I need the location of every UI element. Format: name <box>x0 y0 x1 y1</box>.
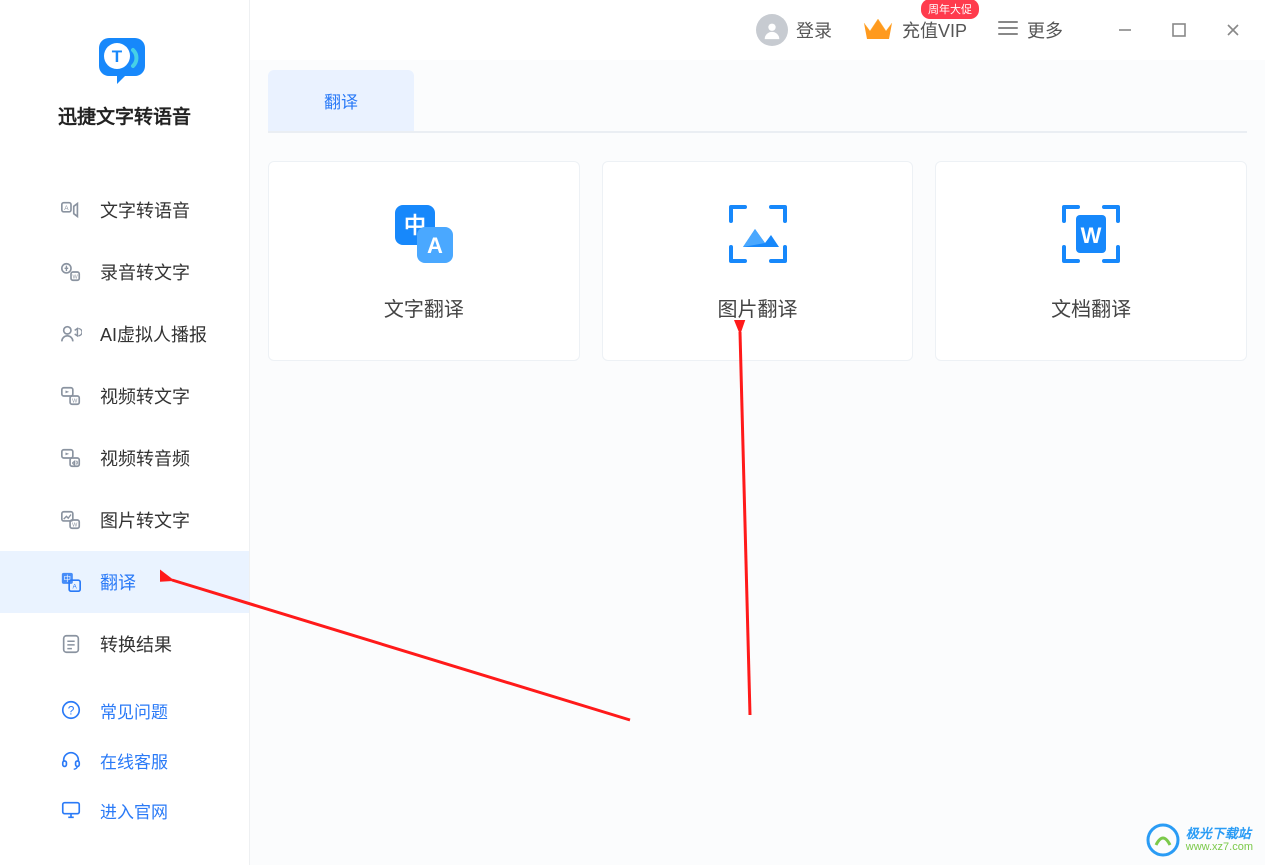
sidebar-item-label: AI虚拟人播报 <box>100 321 207 347</box>
more-label: 更多 <box>1027 17 1063 43</box>
hamburger-icon <box>997 19 1019 42</box>
ai-avatar-icon <box>60 323 82 345</box>
sidebar-item-label: 翻译 <box>100 569 136 595</box>
website-label: 进入官网 <box>100 798 168 823</box>
close-button[interactable] <box>1221 18 1245 42</box>
user-avatar-icon <box>756 14 788 46</box>
svg-text:T: T <box>111 47 122 66</box>
minimize-button[interactable] <box>1113 18 1137 42</box>
results-icon <box>60 633 82 655</box>
text-to-speech-icon: A <box>60 199 82 221</box>
sidebar-item-label: 文字转语音 <box>100 197 190 223</box>
svg-text:W: W <box>1081 223 1102 248</box>
feature-cards: 中A 文字翻译 图片翻译 <box>268 161 1247 361</box>
image-translate-icon <box>725 201 791 267</box>
login-button[interactable]: 登录 <box>756 14 832 46</box>
app-title: 迅捷文字转语音 <box>58 102 191 129</box>
svg-text:W: W <box>72 398 78 404</box>
support-link[interactable]: 在线客服 <box>0 735 249 785</box>
card-label: 文档翻译 <box>1051 293 1131 322</box>
more-button[interactable]: 更多 <box>997 17 1063 43</box>
sidebar-item-text-to-speech[interactable]: A 文字转语音 <box>0 179 249 241</box>
sidebar-item-audio-to-text[interactable]: W 录音转文字 <box>0 241 249 303</box>
website-link[interactable]: 进入官网 <box>0 785 249 835</box>
sidebar-nav: A 文字转语音 W 录音转文字 AI虚拟人播报 W 视频转文字 视 <box>0 179 249 675</box>
login-label: 登录 <box>796 17 832 43</box>
faq-link[interactable]: ? 常见问题 <box>0 685 249 735</box>
monitor-icon <box>60 799 82 821</box>
sidebar-item-label: 图片转文字 <box>100 507 190 533</box>
vip-button[interactable]: 充值VIP 周年大促 <box>862 15 967 46</box>
sidebar: T 迅捷文字转语音 A 文字转语音 W 录音转文字 AI虚拟人播报 <box>0 0 250 865</box>
sidebar-item-results[interactable]: 转换结果 <box>0 613 249 675</box>
app-logo-icon: T <box>97 30 153 86</box>
svg-text:W: W <box>72 522 78 528</box>
svg-text:W: W <box>73 274 79 280</box>
watermark: 极光下载站 www.xz7.com <box>1146 823 1253 857</box>
vip-badge: 周年大促 <box>921 0 979 19</box>
header: 登录 充值VIP 周年大促 更多 <box>250 0 1265 60</box>
main-area: 登录 充值VIP 周年大促 更多 <box>250 0 1265 865</box>
tab-row: 翻译 <box>268 70 1247 133</box>
svg-text:A: A <box>427 233 443 258</box>
sidebar-item-translate[interactable]: 中A 翻译 <box>0 551 249 613</box>
vip-label: 充值VIP <box>902 17 967 43</box>
svg-text:?: ? <box>68 704 75 718</box>
card-label: 文字翻译 <box>384 293 464 322</box>
card-doc-translate[interactable]: W 文档翻译 <box>935 161 1247 361</box>
question-icon: ? <box>60 699 82 721</box>
watermark-logo-icon <box>1146 823 1180 857</box>
text-translate-icon: 中A <box>391 201 457 267</box>
card-label: 图片翻译 <box>718 293 798 322</box>
sidebar-item-ai-avatar[interactable]: AI虚拟人播报 <box>0 303 249 365</box>
card-text-translate[interactable]: 中A 文字翻译 <box>268 161 580 361</box>
faq-label: 常见问题 <box>100 698 168 723</box>
sidebar-item-video-to-audio[interactable]: 视频转音频 <box>0 427 249 489</box>
sidebar-item-label: 视频转音频 <box>100 445 190 471</box>
watermark-title: 极光下载站 <box>1186 827 1251 841</box>
audio-to-text-icon: W <box>60 261 82 283</box>
watermark-url: www.xz7.com <box>1186 841 1253 853</box>
translate-icon: 中A <box>60 571 82 593</box>
sidebar-item-label: 录音转文字 <box>100 259 190 285</box>
doc-translate-icon: W <box>1058 201 1124 267</box>
headset-icon <box>60 749 82 771</box>
window-controls <box>1113 18 1245 42</box>
sidebar-item-image-to-text[interactable]: W 图片转文字 <box>0 489 249 551</box>
tab-translate[interactable]: 翻译 <box>268 70 414 131</box>
sidebar-item-video-to-text[interactable]: W 视频转文字 <box>0 365 249 427</box>
svg-text:A: A <box>73 583 78 590</box>
svg-text:A: A <box>64 205 69 212</box>
sidebar-item-label: 转换结果 <box>100 631 172 657</box>
maximize-button[interactable] <box>1167 18 1191 42</box>
support-label: 在线客服 <box>100 748 168 773</box>
sidebar-bottom-links: ? 常见问题 在线客服 进入官网 <box>0 685 249 865</box>
crown-icon <box>862 15 894 46</box>
video-to-text-icon: W <box>60 385 82 407</box>
video-to-audio-icon <box>60 447 82 469</box>
sidebar-item-label: 视频转文字 <box>100 383 190 409</box>
logo-area: T 迅捷文字转语音 <box>0 30 249 129</box>
image-to-text-icon: W <box>60 509 82 531</box>
card-image-translate[interactable]: 图片翻译 <box>602 161 914 361</box>
content-area: 翻译 中A 文字翻译 图片翻译 <box>250 60 1265 865</box>
